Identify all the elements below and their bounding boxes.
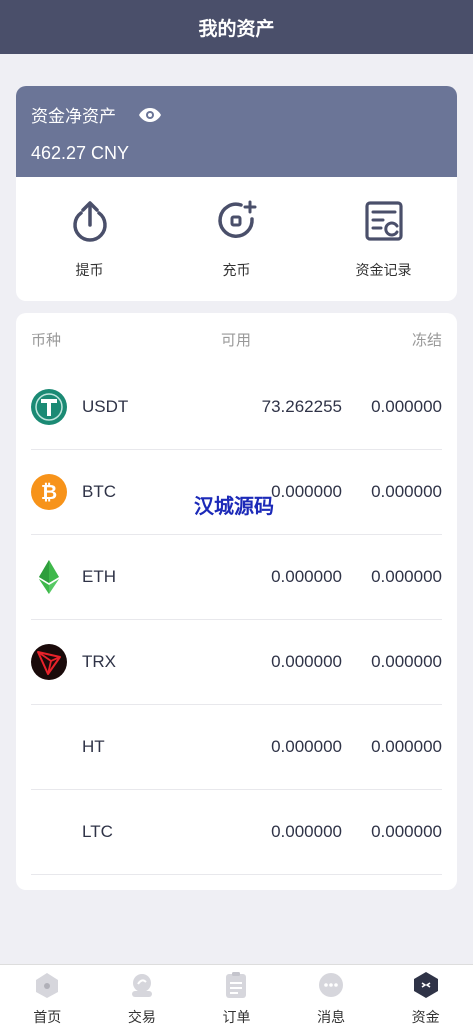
eye-icon[interactable] [138, 107, 162, 123]
withdraw-label: 提币 [75, 261, 104, 278]
asset-list: 币种 可用 冻结 USDT 73.262255 0.000000 ₿ BTC 0… [16, 313, 457, 890]
asset-actions: 提币 充币 资金记录 [16, 177, 457, 301]
list-item[interactable]: USDT 73.262255 0.000000 [31, 365, 442, 450]
page-title: 我的资产 [198, 18, 275, 40]
frozen-value: 0.000000 [371, 482, 442, 501]
available-value: 0.000000 [271, 737, 342, 756]
coin-name: ETH [82, 567, 116, 586]
page-header: 我的资产 [0, 0, 473, 54]
trade-icon [128, 971, 156, 1004]
frozen-value: 0.000000 [371, 652, 442, 671]
tab-order-label: 订单 [222, 1009, 251, 1024]
deposit-label: 充币 [222, 261, 251, 278]
asset-summary: 资金净资产 462.27 CNY [16, 86, 457, 177]
record-icon [364, 199, 404, 248]
frozen-value: 0.000000 [371, 397, 442, 416]
home-icon [33, 971, 61, 1004]
tab-assets[interactable]: 资金 [378, 965, 473, 1024]
asset-card: 资金净资产 462.27 CNY 提币 充币 资金记录 [16, 86, 457, 301]
watermark-text: 汉城源码 [194, 496, 274, 518]
available-value: 0.000000 [271, 822, 342, 841]
coin-name: LTC [82, 822, 113, 841]
header-coin: 币种 [31, 331, 62, 349]
usdt-icon [31, 389, 67, 425]
list-item[interactable]: LTC 0.000000 0.000000 [31, 790, 442, 875]
coin-name: TRX [82, 652, 116, 671]
deposit-icon [217, 199, 257, 248]
frozen-value: 0.000000 [371, 567, 442, 586]
tab-message[interactable]: 消息 [284, 965, 379, 1024]
coin-name: HT [82, 737, 105, 756]
ht-icon-placeholder [31, 729, 67, 765]
assets-icon [412, 971, 440, 1004]
btc-icon: ₿ [31, 474, 67, 510]
order-icon [222, 971, 250, 1004]
svg-text:₿: ₿ [41, 480, 57, 504]
message-icon [317, 971, 345, 1004]
tab-trade[interactable]: 交易 [95, 965, 190, 1024]
header-frozen: 冻结 [411, 331, 442, 349]
list-item[interactable]: TRX 0.000000 0.000000 [31, 620, 442, 705]
tab-home-label: 首页 [33, 1009, 62, 1024]
record-label: 资金记录 [355, 261, 412, 278]
header-available: 可用 [221, 331, 252, 349]
available-value: 0.000000 [271, 567, 342, 586]
coin-name: BTC [82, 482, 116, 501]
coin-name: USDT [82, 397, 129, 416]
withdraw-icon [70, 199, 110, 248]
available-value: 0.000000 [271, 652, 342, 671]
frozen-value: 0.000000 [371, 737, 442, 756]
list-header: 币种 可用 冻结 [31, 313, 442, 365]
tab-home[interactable]: 首页 [0, 965, 95, 1024]
asset-title: 资金净资产 [31, 107, 116, 126]
frozen-value: 0.000000 [371, 822, 442, 841]
asset-value: 462.27 CNY [31, 143, 130, 163]
trx-icon [31, 644, 67, 680]
bottom-tabbar: 首页 交易 订单 消息 资金 [0, 964, 473, 1024]
list-item[interactable]: HT 0.000000 0.000000 [31, 705, 442, 790]
withdraw-button[interactable]: 提币 [16, 177, 163, 301]
tab-assets-label: 资金 [411, 1009, 440, 1024]
list-item[interactable]: ETH 0.000000 0.000000 [31, 535, 442, 620]
available-value: 73.262255 [261, 397, 342, 416]
ltc-icon-placeholder [31, 814, 67, 850]
deposit-button[interactable]: 充币 [163, 177, 310, 301]
tab-trade-label: 交易 [127, 1009, 156, 1024]
eth-icon [31, 559, 67, 595]
record-button[interactable]: 资金记录 [310, 177, 457, 301]
tab-message-label: 消息 [317, 1009, 346, 1024]
tab-order[interactable]: 订单 [189, 965, 284, 1024]
